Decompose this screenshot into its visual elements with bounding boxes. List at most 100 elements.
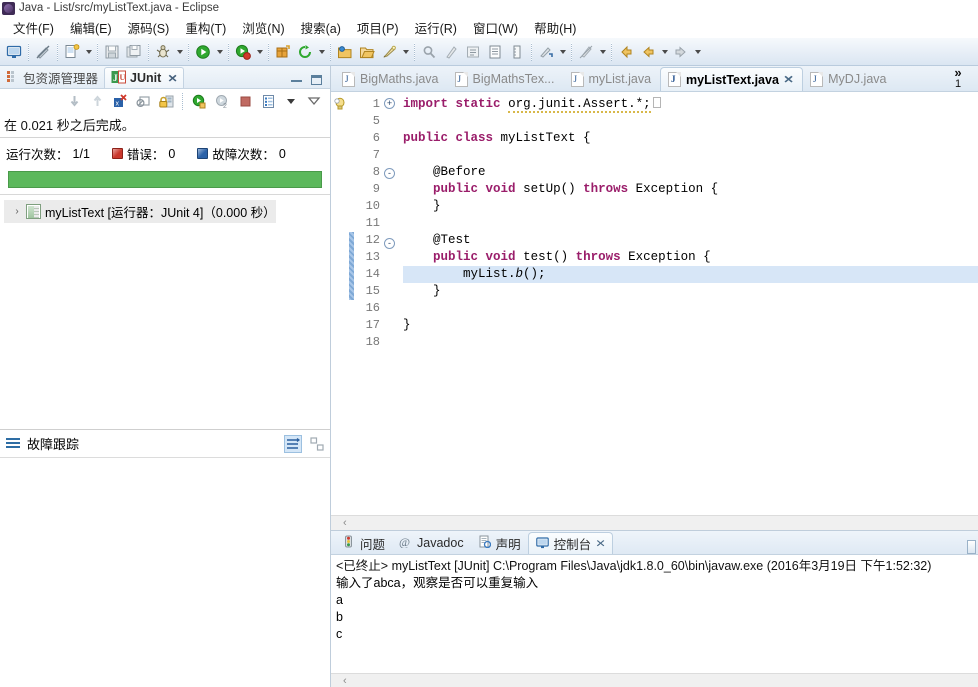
editor-tab-mylisttext[interactable]: myListText.java ✕: [660, 67, 804, 91]
code-line[interactable]: [403, 334, 978, 351]
view-menu-button[interactable]: [304, 91, 324, 111]
new-java-package-icon[interactable]: [272, 41, 294, 63]
menu-project[interactable]: 项目(P): [349, 16, 407, 39]
fold-marker-icon[interactable]: +: [384, 98, 397, 115]
bottom-tab-problems[interactable]: 问题: [335, 532, 392, 554]
menu-edit[interactable]: 编辑(E): [62, 16, 120, 39]
code-line[interactable]: public void setUp() throws Exception {: [403, 181, 978, 198]
back-arrow-icon[interactable]: [637, 41, 659, 63]
code-line[interactable]: public void test() throws Exception {: [403, 249, 978, 266]
console-horizontal-scrollbar[interactable]: ‹: [331, 673, 978, 687]
history-dropdown-button[interactable]: [281, 91, 301, 111]
new-wizard-icon[interactable]: [61, 41, 83, 63]
previous-failed-test-button[interactable]: [87, 91, 107, 111]
run-last-tool-icon[interactable]: [232, 41, 254, 63]
next-failed-test-button[interactable]: [64, 91, 84, 111]
expand-twisty-icon[interactable]: ›: [12, 206, 22, 217]
code-line[interactable]: [403, 300, 978, 317]
lock-scroll-button[interactable]: [156, 91, 176, 111]
run-icon[interactable]: [192, 41, 214, 63]
test-run-history-button[interactable]: [258, 91, 278, 111]
new-java-project-icon[interactable]: [334, 41, 356, 63]
editor-tab-mydj[interactable]: MyDJ.java: [803, 67, 895, 91]
code-line[interactable]: }: [403, 283, 978, 300]
menu-search[interactable]: 搜索(a): [293, 16, 349, 39]
editor-tab-mylist[interactable]: myList.java: [564, 67, 661, 91]
rerun-test-button[interactable]: [189, 91, 209, 111]
code-line[interactable]: @Before: [403, 164, 978, 181]
java-editor[interactable]: 1 5 6 7 8 9 10 11 12 13 14 15 16 17 18 + - - import stat…: [331, 92, 978, 515]
fold-expand-icon[interactable]: +: [384, 98, 395, 109]
debug-dropdown-icon[interactable]: [174, 41, 185, 63]
code-line[interactable]: }: [403, 317, 978, 334]
previous-edit-icon[interactable]: [575, 41, 597, 63]
debug-icon[interactable]: [152, 41, 174, 63]
menu-window[interactable]: 窗口(W): [465, 16, 526, 39]
warning-lightbulb-icon[interactable]: [333, 97, 349, 114]
bottom-tab-javadoc[interactable]: @ Javadoc: [392, 532, 471, 554]
code-line[interactable]: [403, 215, 978, 232]
editor-fold-column[interactable]: + - -: [384, 92, 397, 515]
forward-arrow-icon[interactable]: [670, 41, 692, 63]
previous-edit-dropdown-icon[interactable]: [597, 41, 608, 63]
ruler-icon[interactable]: [506, 41, 528, 63]
search-icon[interactable]: [418, 41, 440, 63]
stop-scroll-button[interactable]: [133, 91, 153, 111]
next-annotation-icon[interactable]: [462, 41, 484, 63]
next-edit-location-icon[interactable]: [535, 41, 557, 63]
terminate-button[interactable]: [235, 91, 255, 111]
code-line[interactable]: import static org.junit.Assert.*;: [403, 96, 978, 113]
view-tab-package-explorer[interactable]: 包资源管理器: [0, 67, 104, 88]
junit-tree-item-mylisttext[interactable]: › myListText [运行器：JUnit 4]（0.000 秒）: [4, 200, 276, 223]
forward-dropdown-icon[interactable]: [692, 41, 703, 63]
back-icon[interactable]: [615, 41, 637, 63]
editor-tab-bigmaths[interactable]: BigMaths.java: [335, 67, 448, 91]
menu-refactor[interactable]: 重构(T): [177, 16, 234, 39]
fold-marker-icon[interactable]: -: [384, 168, 397, 185]
toggle-mark-occurrences-icon[interactable]: [32, 41, 54, 63]
rerun-failed-tests-button[interactable]: 2: [212, 91, 232, 111]
code-line[interactable]: [403, 147, 978, 164]
code-line[interactable]: @Test: [403, 232, 978, 249]
minimize-view-button[interactable]: [291, 79, 302, 82]
code-line[interactable]: [403, 113, 978, 130]
run-dropdown-icon[interactable]: [214, 41, 225, 63]
fold-marker-icon[interactable]: -: [384, 238, 397, 255]
menu-file[interactable]: 文件(F): [5, 16, 62, 39]
open-folder-icon[interactable]: [356, 41, 378, 63]
menu-run[interactable]: 运行(R): [407, 16, 465, 39]
editor-tab-overflow-button[interactable]: » 1: [938, 65, 978, 91]
maximize-view-button[interactable]: [311, 75, 322, 85]
close-icon[interactable]: ✕: [595, 537, 606, 549]
folded-block-icon[interactable]: [652, 97, 661, 108]
code-line[interactable]: }: [403, 198, 978, 215]
close-icon[interactable]: ✕: [783, 73, 794, 85]
scroll-left-icon[interactable]: ‹: [343, 675, 347, 687]
external-tools-icon[interactable]: [294, 41, 316, 63]
scroll-left-icon[interactable]: ‹: [343, 517, 347, 529]
console-scroll-thumb[interactable]: [967, 540, 976, 554]
open-perspective-icon[interactable]: [3, 41, 25, 63]
code-line[interactable]: public class myListText {: [403, 130, 978, 147]
menu-navigate[interactable]: 浏览(N): [234, 16, 292, 39]
editor-horizontal-scrollbar[interactable]: ‹: [331, 515, 978, 530]
new-wizard-dropdown-icon[interactable]: [83, 41, 94, 63]
bottom-tab-console[interactable]: 控制台 ✕: [527, 532, 614, 554]
editor-code[interactable]: import static org.junit.Assert.*; public …: [397, 92, 978, 515]
menu-source[interactable]: 源码(S): [120, 16, 178, 39]
filter-stack-trace-button[interactable]: [284, 434, 302, 453]
view-tab-junit[interactable]: JU JUnit ✕: [104, 67, 185, 88]
save-all-icon[interactable]: [123, 41, 145, 63]
save-icon[interactable]: [101, 41, 123, 63]
menu-help[interactable]: 帮助(H): [526, 16, 584, 39]
quick-fix-icon[interactable]: [378, 41, 400, 63]
back-dropdown-icon[interactable]: [659, 41, 670, 63]
annotation-icon[interactable]: [440, 41, 462, 63]
outline-icon[interactable]: [484, 41, 506, 63]
run-last-tool-dropdown-icon[interactable]: [254, 41, 265, 63]
editor-gutter[interactable]: [331, 92, 349, 515]
editor-tab-bigmathstext[interactable]: BigMathsTex...: [448, 67, 564, 91]
code-line[interactable]: myList.b();: [403, 266, 978, 283]
fold-collapse-icon[interactable]: -: [384, 238, 395, 249]
close-icon[interactable]: ✕: [168, 72, 178, 84]
